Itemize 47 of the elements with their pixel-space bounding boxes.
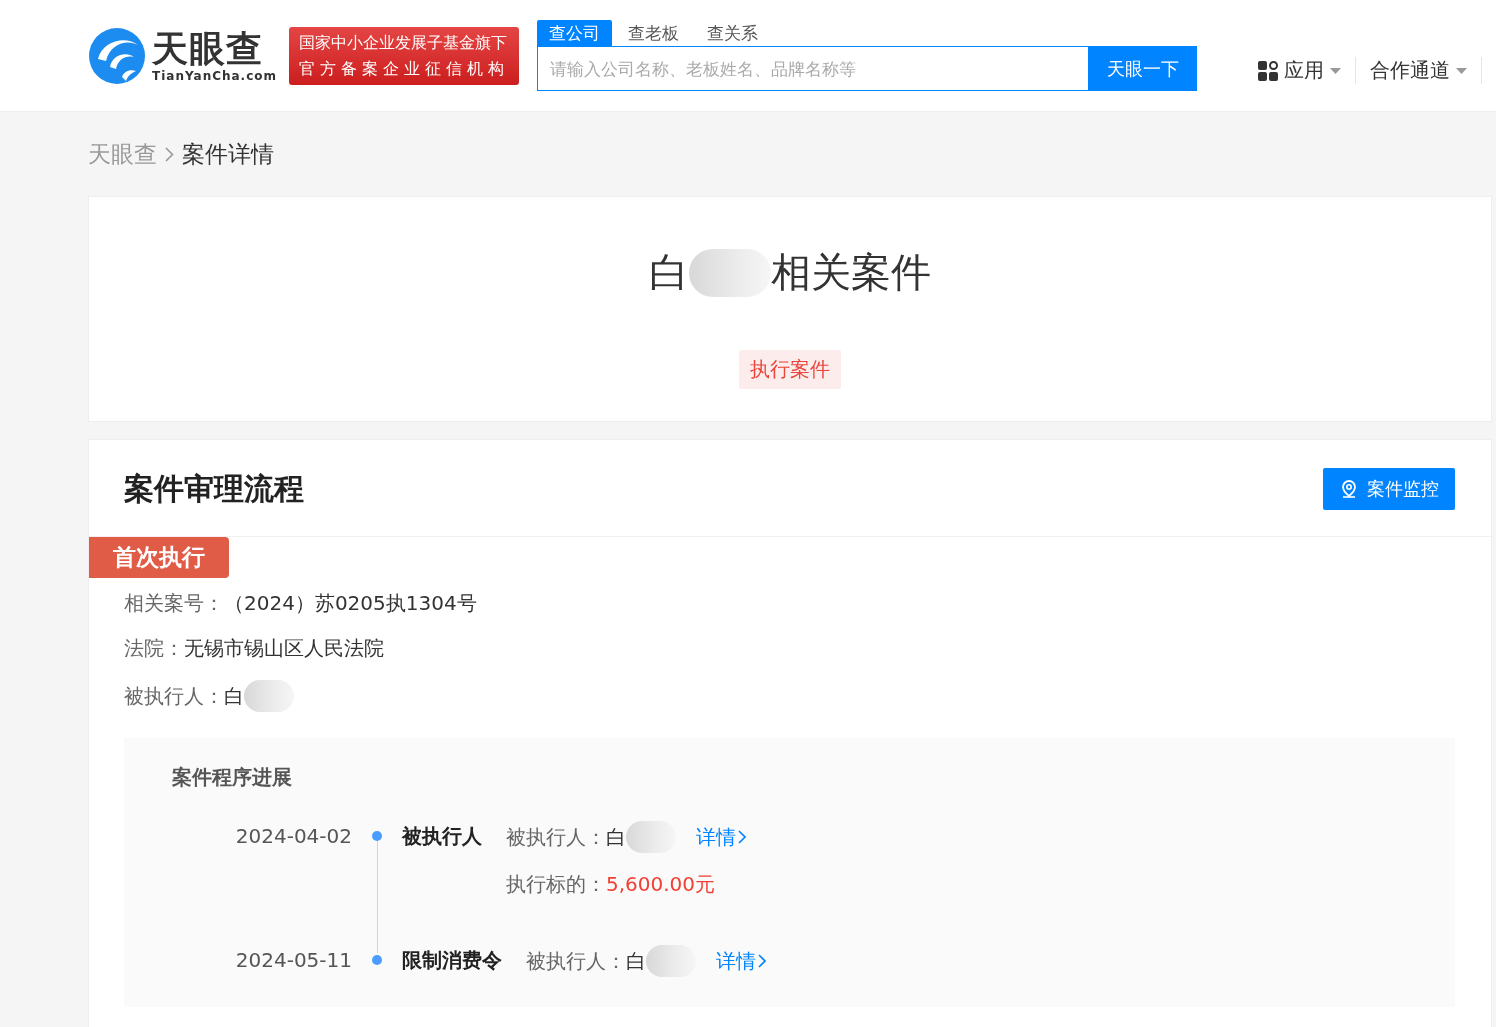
certification-badge: 国家中小企业发展子基金旗下 官方备案企业征信机构 (289, 26, 520, 85)
caret-icon (1330, 67, 1341, 74)
search-button[interactable]: 天眼一下 (1089, 46, 1198, 91)
event-date: 2024-04-02 (234, 823, 352, 850)
field-label: 相关案号： (124, 590, 224, 617)
field-label: 被执行人： (124, 682, 224, 710)
details-link[interactable]: 详情 (716, 946, 766, 976)
field-label: 法院： (124, 635, 184, 662)
apps-icon (1258, 60, 1278, 81)
chevron-icon (758, 954, 766, 968)
field-value: 5,600.00元 (606, 871, 716, 898)
nav-menu[interactable]: 应用 (1244, 57, 1356, 84)
search-tab[interactable]: 查公司 (537, 20, 613, 46)
location-pin-icon (1339, 479, 1359, 499)
timeline-dot (372, 831, 382, 841)
field-value: 无锡市锡山区人民法院 (184, 635, 384, 662)
logo-domain: TianYanCha.com (152, 68, 278, 83)
event-type: 被执行人 (402, 823, 482, 850)
search-field[interactable]: 请输入公司名称、老板姓名、品牌名称等 (537, 46, 1090, 91)
chevron-icon (165, 146, 174, 162)
case-title: 白 (649, 248, 689, 297)
caret-icon (1456, 67, 1467, 74)
field-label: 被执行人： (526, 948, 626, 975)
field-label: 被执行人： (506, 824, 606, 851)
section-title: 案件审理流程 (124, 469, 304, 508)
field-value: （2024）苏0205执1304号 (224, 590, 477, 617)
event-type: 限制消费令 (402, 947, 502, 974)
monitor-button[interactable]: 案件监控 (1323, 468, 1455, 510)
eye-logo-icon (88, 26, 146, 85)
field-value: 白 (626, 948, 646, 975)
case-title: 相关案件 (771, 248, 931, 297)
details-link[interactable]: 详情 (696, 822, 746, 852)
field-value: 白 (224, 682, 244, 710)
case-type-tag: 执行案件 (739, 350, 841, 389)
field-label: 执行标的： (506, 871, 606, 898)
breadcrumb-link[interactable]: 案件详情 (182, 138, 274, 170)
event-date: 2024-05-11 (234, 947, 352, 974)
logo-name: 天眼查 (152, 28, 264, 69)
panel-title: 案件程序进展 (172, 764, 293, 791)
timeline-dot (372, 955, 382, 965)
breadcrumb-link[interactable]: 天眼查 (88, 138, 157, 170)
stage-label: 首次执行 (89, 537, 229, 578)
field-value: 白 (606, 824, 626, 851)
search-tab[interactable]: 查关系 (695, 20, 771, 46)
nav-menu[interactable]: 合作通道 (1356, 57, 1482, 84)
chevron-icon (738, 830, 746, 844)
search-tab[interactable]: 查老板 (616, 20, 692, 46)
